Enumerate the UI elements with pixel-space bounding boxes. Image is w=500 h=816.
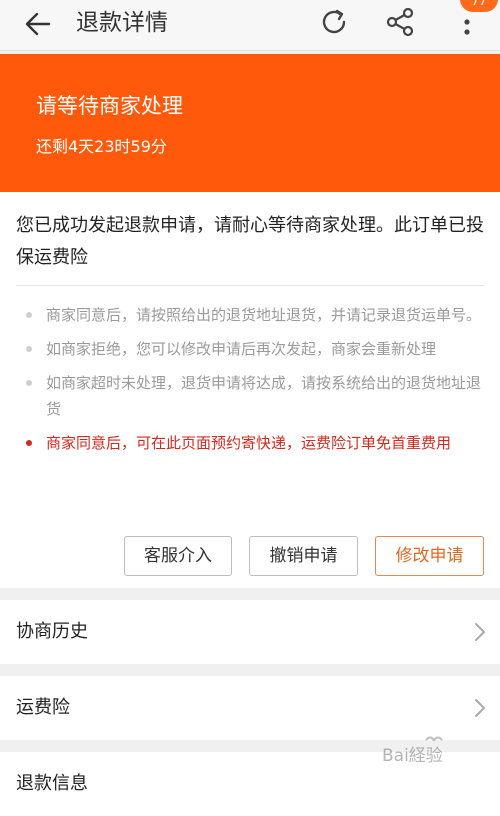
modify-request-button[interactable]: 修改申请 [375, 536, 484, 576]
share-icon[interactable] [383, 5, 417, 39]
watermark-logo: Bai経验 [382, 736, 443, 766]
tip-item: 如商家拒绝，您可以修改申请后再次发起，商家会重新处理 [26, 336, 488, 362]
cancel-request-button[interactable]: 撤销申请 [249, 536, 358, 576]
countdown-text: 还剩4天23时59分 [36, 137, 167, 156]
row-label: 退款信息 [16, 773, 88, 794]
summary-text: 您已成功发起退款申请，请耐心等待商家处理。此订单已投保运费险 [16, 215, 484, 268]
notification-badge: 77 [460, 0, 498, 12]
tip-text: 商家同意后，可在此页面预约寄快递，运费险订单免首重费用 [46, 434, 452, 452]
tip-item: 如商家超时未处理，退货申请将达成，请按系统给出的退货地址退货 [26, 370, 488, 422]
status-title: 请等待商家处理 [36, 94, 183, 118]
top-bar: 退款详情 77 [0, 0, 500, 51]
row-label: 运费险 [16, 697, 70, 718]
bullet-dot-icon [26, 380, 32, 386]
chevron-right-icon [475, 699, 485, 717]
status-banner: 请等待商家处理 还剩4天23时59分 [0, 54, 500, 192]
customer-service-button[interactable]: 客服介入 [124, 536, 232, 576]
tip-text: 商家同意后，请按照给出的退货地址退货，并请记录退货运单号。 [46, 306, 482, 324]
refresh-icon[interactable] [318, 6, 350, 38]
tip-text: 如商家拒绝，您可以修改申请后再次发起，商家会重新处理 [46, 340, 437, 358]
bullet-dot-icon [26, 312, 32, 318]
chevron-right-icon [475, 623, 485, 641]
page-title: 退款详情 [76, 10, 168, 36]
row-label: 协商历史 [16, 621, 88, 642]
shipping-insurance-row[interactable]: 运费险 [0, 676, 500, 740]
negotiation-history-row[interactable]: 协商历史 [0, 600, 500, 664]
bullet-dot-icon [26, 346, 32, 352]
watermark-text: Bai経验 [382, 746, 443, 766]
bullet-dot-icon [26, 440, 32, 446]
tips-list: 商家同意后，请按照给出的退货地址退货，并请记录退货运单号。 如商家拒绝，您可以修… [26, 302, 488, 464]
tip-text: 如商家超时未处理，退货申请将达成，请按系统给出的退货地址退货 [46, 374, 482, 418]
refund-status-card: 您已成功发起退款申请，请耐心等待商家处理。此订单已投保运费险 商家同意后，请按照… [0, 192, 500, 588]
divider [16, 285, 484, 286]
back-arrow-icon[interactable] [24, 10, 52, 38]
tip-item: 商家同意后，请按照给出的退货地址退货，并请记录退货运单号。 [26, 302, 488, 328]
tip-item-highlight: 商家同意后，可在此页面预约寄快递，运费险订单免首重费用 [26, 430, 488, 456]
